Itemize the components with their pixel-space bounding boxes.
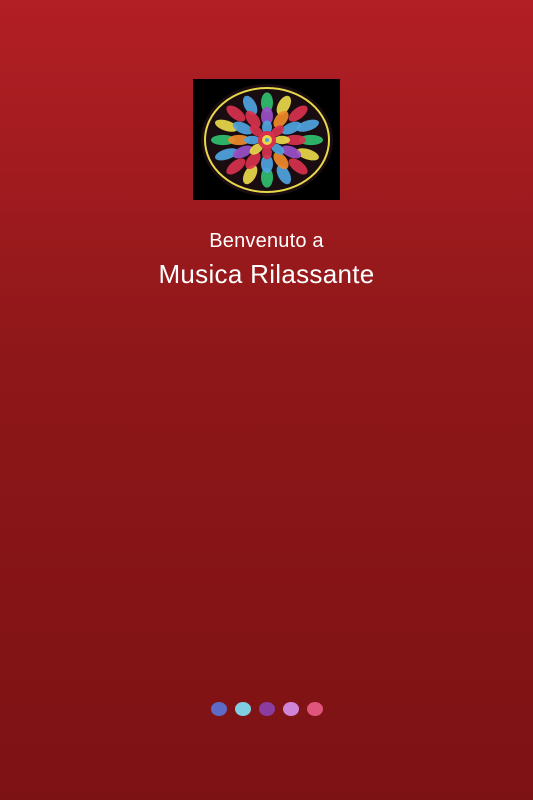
page-indicator-dot-2[interactable] (234, 702, 251, 716)
page-indicator-dot-5[interactable] (306, 702, 323, 716)
page-indicator-dot-4[interactable] (282, 702, 299, 716)
welcome-text: Benvenuto a (209, 230, 324, 252)
kaleidoscope-mandala-icon (197, 82, 337, 198)
page-indicator (0, 702, 533, 716)
page-indicator-dot-1[interactable] (210, 702, 227, 716)
page-indicator-dot-3[interactable] (258, 702, 275, 716)
app-name: Musica Rilassante (158, 259, 375, 289)
splash-screen: Benvenuto a Musica Rilassante (0, 0, 533, 800)
app-logo (193, 79, 340, 200)
